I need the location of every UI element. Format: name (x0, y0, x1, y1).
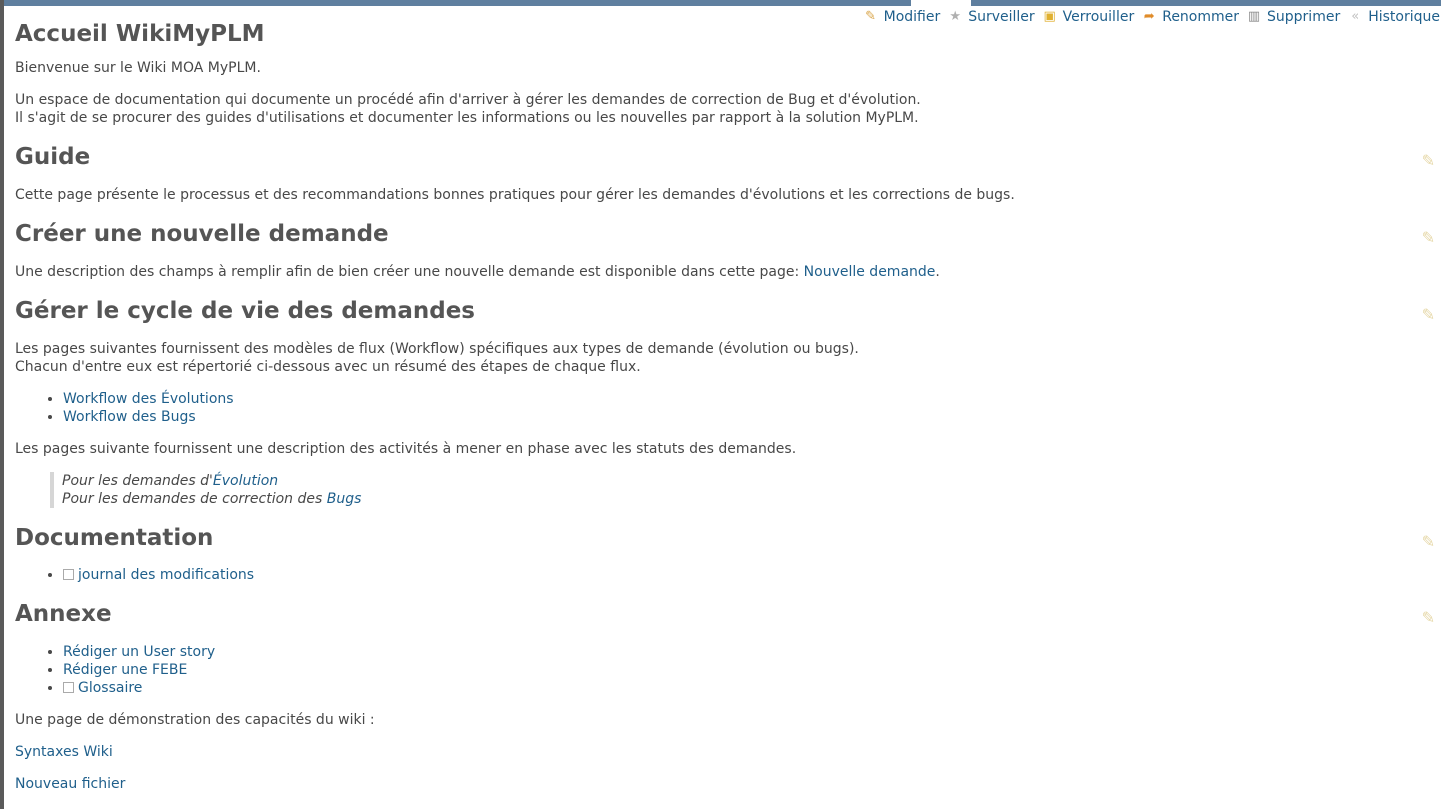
list-item: Rédiger un User story (63, 643, 1433, 661)
creer-description: Une description des champs à remplir afi… (15, 264, 804, 280)
link-nouveau-fichier[interactable]: Nouveau fichier (15, 776, 125, 792)
edit-section-pencil-icon[interactable]: ✎ (1422, 528, 1435, 556)
list-item: Workflow des Bugs (63, 408, 1433, 426)
top-bar (0, 0, 1441, 6)
documentation-list: journal des modifications (15, 566, 1433, 584)
link-bugs[interactable]: Bugs (327, 491, 362, 507)
guide-text: Cette page présente le processus et des … (15, 187, 1015, 203)
edit-section-pencil-icon[interactable]: ✎ (1422, 301, 1435, 329)
wiki-content: Accueil WikiMyPLM Bienvenue sur le Wiki … (15, 14, 1435, 793)
external-page-icon (63, 569, 74, 580)
heading-guide-text: Guide (15, 144, 91, 170)
heading-annexe: Annexe ✎ (15, 600, 1435, 628)
link-workflow-evolutions[interactable]: Workflow des Évolutions (63, 391, 234, 407)
heading-documentation: Documentation ✎ (15, 524, 1435, 552)
edit-section-pencil-icon[interactable]: ✎ (1422, 604, 1435, 632)
edit-section-pencil-icon[interactable]: ✎ (1422, 147, 1435, 175)
intro-line-1: Un espace de documentation qui documente… (15, 92, 921, 108)
welcome-text: Bienvenue sur le Wiki MOA MyPLM. (15, 60, 261, 76)
heading-creer: Créer une nouvelle demande ✎ (15, 220, 1435, 248)
quote-line-2: Pour les demandes de correction des Bugs (62, 490, 1433, 508)
creer-suffix: . (935, 264, 940, 280)
workflow-list: Workflow des Évolutions Workflow des Bug… (15, 390, 1433, 426)
creer-text: Une description des champs à remplir afi… (15, 263, 1433, 281)
heading-cycle: Gérer le cycle de vie des demandes ✎ (15, 297, 1435, 325)
intro-line-2: Il s'agit de se procurer des guides d'ut… (15, 110, 919, 126)
annexe-list: Rédiger un User story Rédiger une FEBE G… (15, 643, 1433, 697)
list-item: journal des modifications (63, 566, 1433, 584)
list-item: Rédiger une FEBE (63, 661, 1433, 679)
edit-section-pencil-icon[interactable]: ✎ (1422, 224, 1435, 252)
heading-documentation-text: Documentation (15, 525, 214, 551)
link-syntaxes-wiki[interactable]: Syntaxes Wiki (15, 744, 113, 760)
external-page-icon (63, 682, 74, 693)
link-glossaire[interactable]: Glossaire (78, 680, 142, 696)
heading-creer-text: Créer une nouvelle demande (15, 221, 389, 247)
nouveau-fichier-paragraph: Nouveau fichier (15, 775, 1433, 793)
syntaxes-paragraph: Syntaxes Wiki (15, 743, 1433, 761)
quote-line-1: Pour les demandes d'Évolution (62, 472, 1433, 490)
status-quote: Pour les demandes d'Évolution Pour les d… (50, 472, 1433, 508)
page-title: Accueil WikiMyPLM (15, 21, 265, 47)
cycle-line-1: Les pages suivantes fournissent des modè… (15, 341, 859, 357)
heading-cycle-text: Gérer le cycle de vie des demandes (15, 298, 475, 324)
left-border (0, 0, 4, 809)
cycle-line-2: Chacun d'entre eux est répertorié ci-des… (15, 359, 641, 375)
link-workflow-bugs[interactable]: Workflow des Bugs (63, 409, 196, 425)
list-item: Glossaire (63, 679, 1433, 697)
link-user-story[interactable]: Rédiger un User story (63, 644, 215, 660)
link-evolution[interactable]: Évolution (213, 473, 278, 489)
heading-guide: Guide ✎ (15, 143, 1435, 171)
top-bar-tab-gap (911, 0, 971, 6)
cycle-text-2: Les pages suivante fournissent une descr… (15, 441, 797, 457)
list-item: Workflow des Évolutions (63, 390, 1433, 408)
link-febe[interactable]: Rédiger une FEBE (63, 662, 187, 678)
link-nouvelle-demande[interactable]: Nouvelle demande (804, 264, 936, 280)
heading-annexe-text: Annexe (15, 601, 112, 627)
link-journal-modifications[interactable]: journal des modifications (78, 567, 254, 583)
quote-2-prefix: Pour les demandes de correction des (62, 491, 327, 507)
annexe-text: Une page de démonstration des capacités … (15, 712, 375, 728)
quote-1-prefix: Pour les demandes d' (62, 473, 213, 489)
